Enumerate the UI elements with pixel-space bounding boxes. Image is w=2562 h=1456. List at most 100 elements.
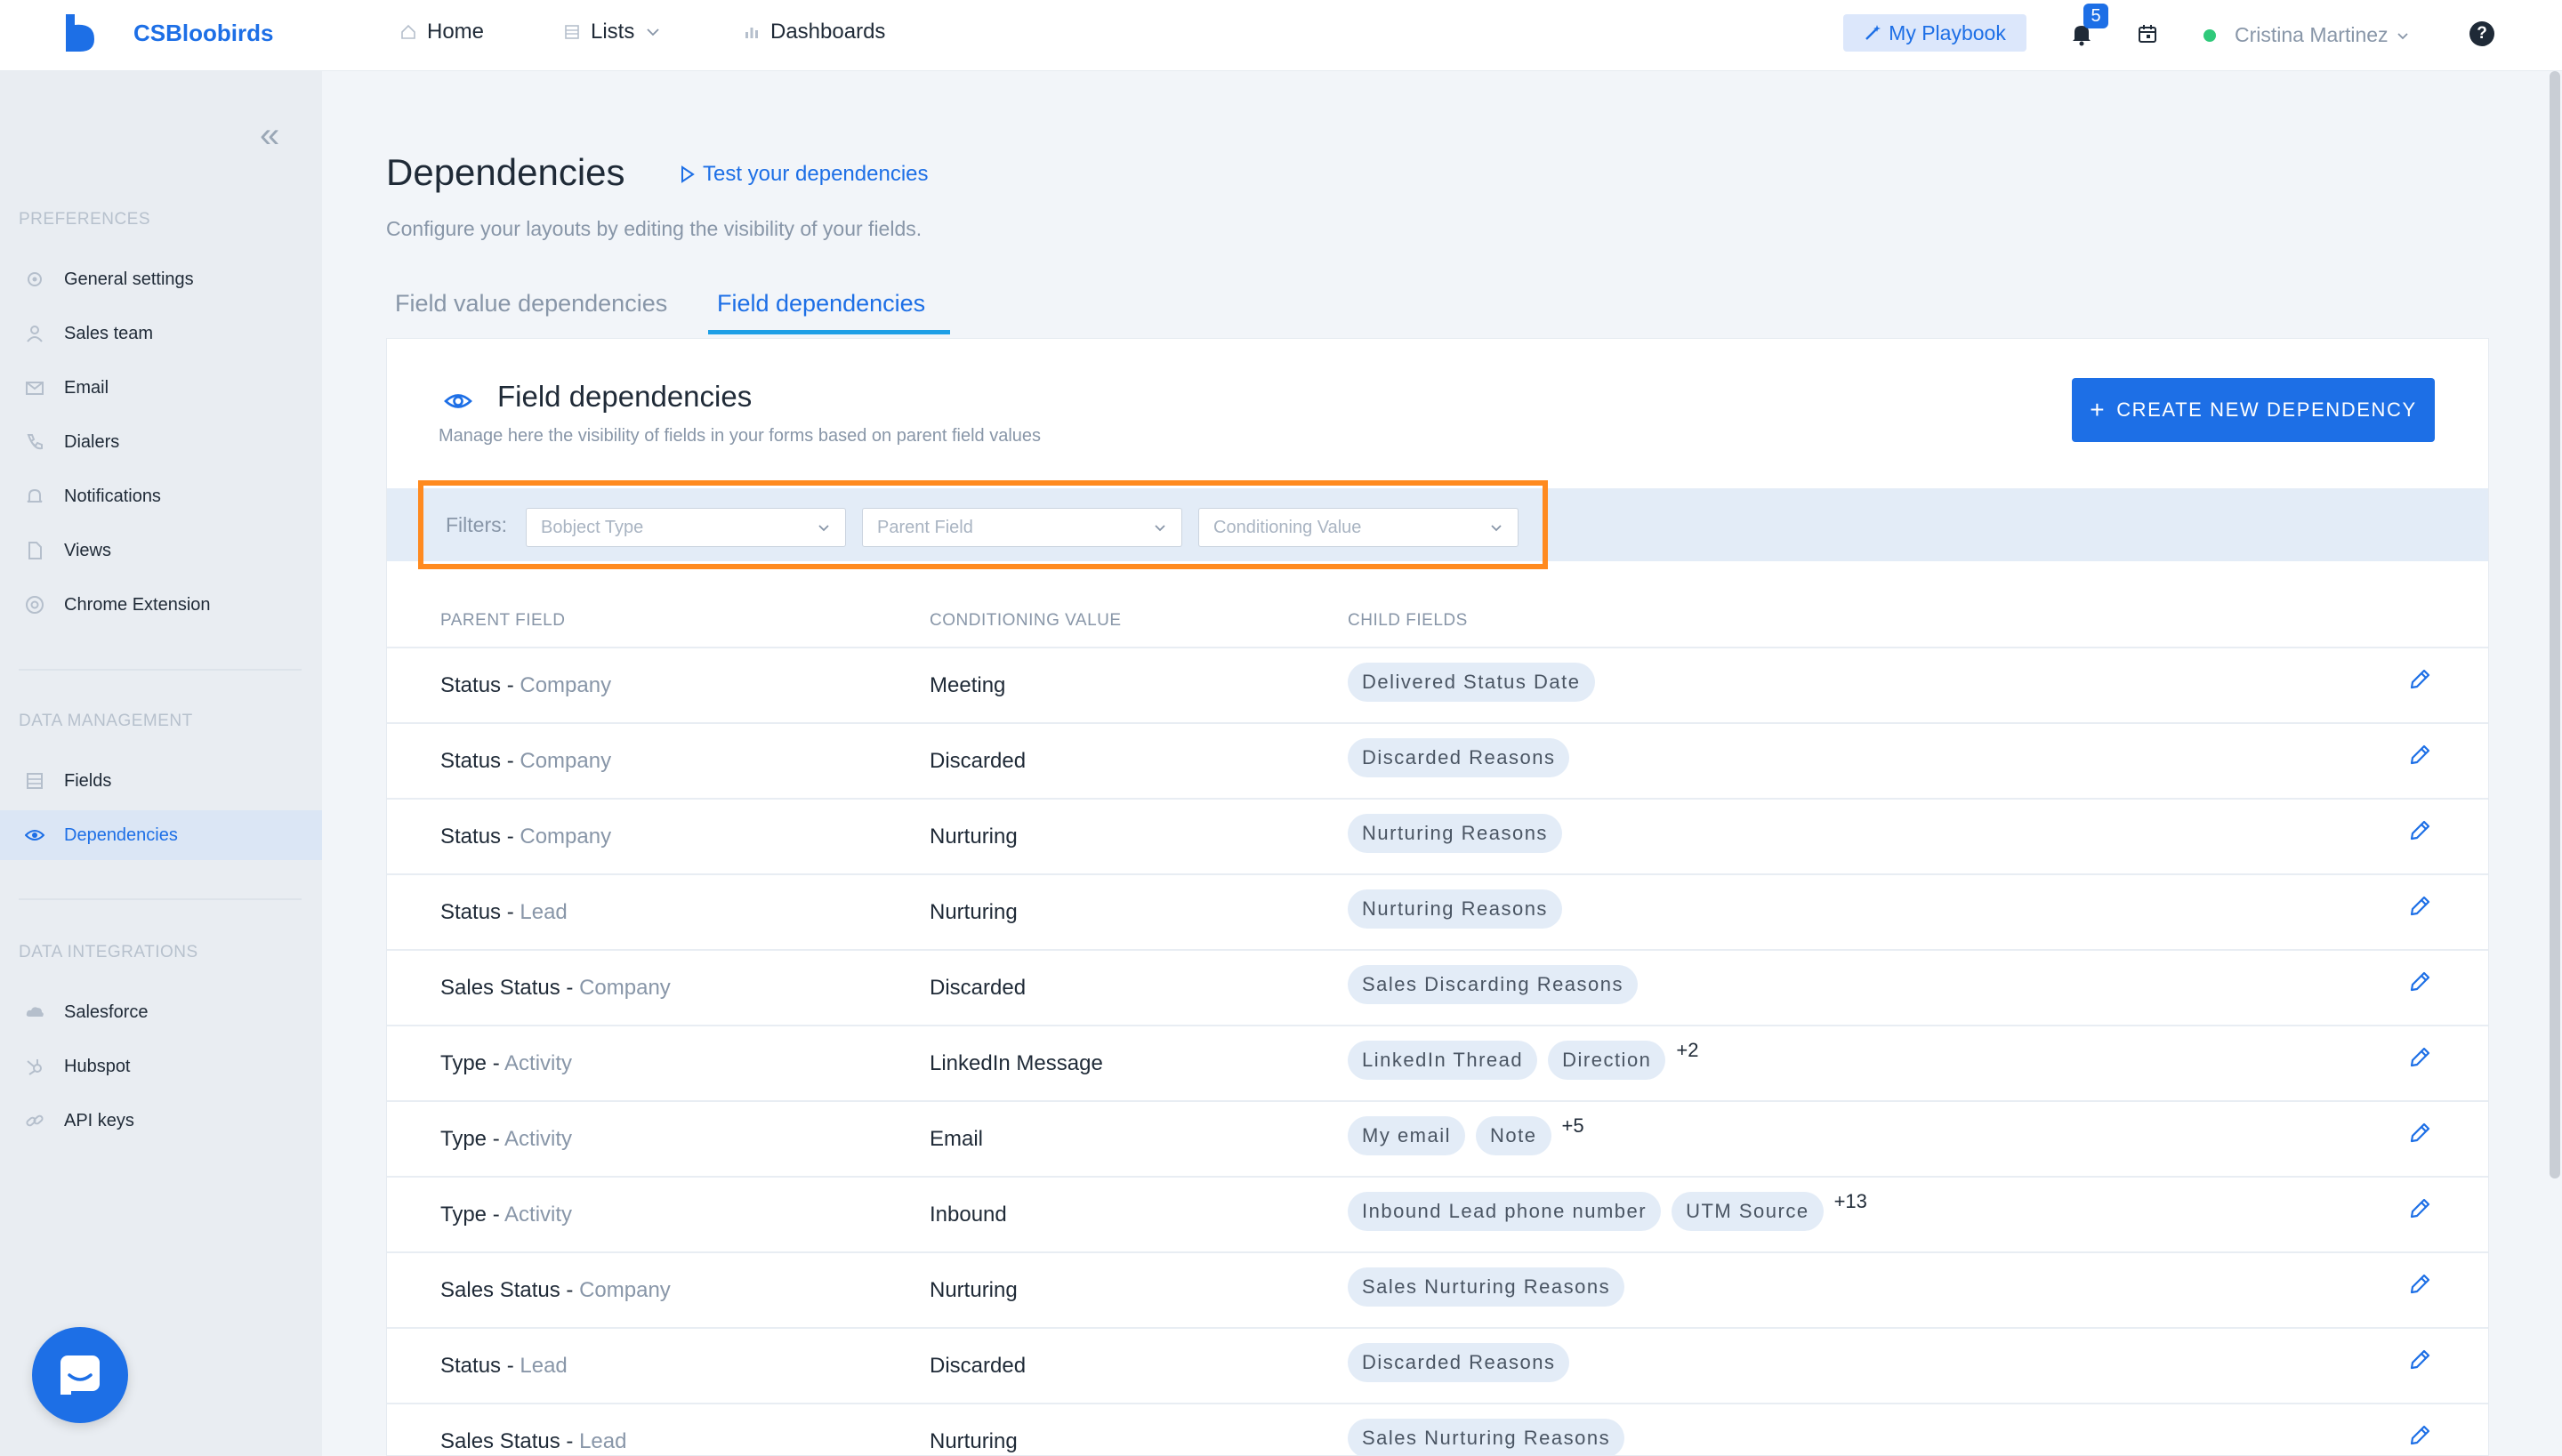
edit-pencil-icon[interactable] [2406, 893, 2433, 920]
sidebar-item-label: Dialers [64, 431, 120, 452]
chat-icon [60, 1355, 100, 1395]
parent-field-cell: Status - Lead [440, 1354, 568, 1379]
column-header-child-fields: CHILD FIELDS [1348, 611, 1468, 630]
parent-field-name: Sales Status [440, 1429, 560, 1453]
nav-lists[interactable]: Lists [564, 20, 661, 44]
section-title-data-integrations: DATA INTEGRATIONS [19, 943, 198, 961]
bobject-type: Activity [504, 1051, 573, 1075]
sidebar-item-chrome-extension[interactable]: Chrome Extension [0, 580, 322, 630]
sidebar-item-label: Dependencies [64, 825, 178, 845]
test-dependencies-link[interactable]: Test your dependencies [680, 162, 929, 187]
sidebar-item-hubspot[interactable]: Hubspot [0, 1042, 322, 1091]
sidebar-item-dependencies[interactable]: Dependencies [0, 810, 322, 860]
bobject-type: Company [520, 673, 612, 697]
parent-field-name: Status [440, 749, 502, 773]
edit-pencil-icon[interactable] [2406, 817, 2433, 844]
sidebar-item-label: Salesforce [64, 1002, 149, 1022]
separator: - [487, 1051, 505, 1075]
child-field-chip: Note [1476, 1116, 1551, 1155]
parent-field-name: Sales Status [440, 976, 560, 1000]
parent-field-cell: Sales Status - Company [440, 1278, 671, 1303]
page-scrollbar[interactable] [2550, 71, 2560, 1178]
edit-pencil-icon[interactable] [2406, 969, 2433, 995]
edit-pencil-icon[interactable] [2406, 742, 2433, 768]
table-row[interactable]: Type - Activity Inbound Inbound Lead phone… [387, 1176, 2488, 1251]
test-dependencies-label: Test your dependencies [703, 162, 929, 186]
parent-field-name: Type [440, 1203, 487, 1227]
chat-support-button[interactable] [32, 1327, 128, 1423]
brand-name[interactable]: CSBloobirds [133, 20, 273, 47]
table-row[interactable]: Status - Company Nurturing Nurturing Reaso… [387, 798, 2488, 873]
list-icon [27, 773, 43, 789]
user-menu[interactable]: Cristina Martinez [2235, 23, 2410, 47]
sidebar-item-salesforce[interactable]: Salesforce [0, 987, 322, 1037]
bobject-type: Lead [520, 1354, 568, 1378]
sidebar-item-api-keys[interactable]: API keys [0, 1096, 322, 1146]
edit-pencil-icon[interactable] [2406, 1271, 2433, 1298]
bloobirds-logo-icon[interactable] [62, 12, 98, 53]
child-field-chip: Discarded Reasons [1348, 738, 1570, 777]
sidebar-item-label: Fields [64, 770, 112, 791]
table-row[interactable]: Type - Activity Email My email Note +5 [387, 1100, 2488, 1176]
table-row[interactable]: Sales Status - Company Discarded Sales Dis… [387, 949, 2488, 1025]
user-icon [27, 326, 43, 342]
sidebar-item-dialers[interactable]: Dialers [0, 417, 322, 467]
edit-pencil-icon[interactable] [2406, 666, 2433, 693]
top-bar: CSBloobirds Home Lists Dashboards My Pla… [0, 0, 2562, 71]
edit-pencil-icon[interactable] [2406, 1347, 2433, 1373]
online-status-dot [2203, 29, 2216, 42]
my-playbook-button[interactable]: My Playbook [1843, 14, 2026, 52]
sidebar-item-email[interactable]: Email [0, 363, 322, 413]
edit-pencil-icon[interactable] [2406, 1422, 2433, 1449]
bobject-type: Company [579, 976, 671, 1000]
calendar-icon[interactable] [2137, 23, 2158, 44]
table-row[interactable]: Type - Activity LinkedIn Message LinkedIn … [387, 1025, 2488, 1100]
table-row[interactable]: Status - Company Meeting Delivered Status … [387, 647, 2488, 722]
panel-title: Field dependencies [497, 380, 753, 413]
bobject-type: Company [579, 1278, 671, 1302]
tab-field-dependencies[interactable]: Field dependencies [708, 290, 950, 334]
nav-dashboards[interactable]: Dashboards [744, 20, 885, 44]
home-icon [401, 24, 415, 39]
nav-home[interactable]: Home [400, 20, 484, 44]
conditioning-value-cell: Nurturing [930, 900, 1018, 924]
table-row[interactable]: Status - Lead Discarded Discarded Reasons [387, 1327, 2488, 1403]
cloud-icon [26, 1007, 44, 1017]
separator: - [501, 900, 520, 924]
tab-field-value-dependencies[interactable]: Field value dependencies [386, 290, 676, 330]
child-field-chip: My email [1348, 1116, 1466, 1155]
sidebar-item-label: Notifications [64, 486, 161, 506]
collapse-sidebar-icon[interactable]: « [260, 117, 279, 153]
notification-count-badge: 5 [2083, 4, 2108, 28]
child-fields-cell: Sales Nurturing Reasons [1348, 1267, 1625, 1307]
sidebar-item-general-settings[interactable]: General settings [0, 254, 322, 304]
edit-pencil-icon[interactable] [2406, 1044, 2433, 1071]
magic-wand-icon [1865, 25, 1881, 40]
child-fields-cell: Discarded Reasons [1348, 738, 1570, 777]
parent-field-name: Type [440, 1127, 487, 1151]
child-fields-cell: Sales Nurturing Reasons [1348, 1419, 1625, 1456]
table-row[interactable]: Status - Lead Nurturing Nurturing Reasons [387, 873, 2488, 949]
table-row[interactable]: Sales Status - Company Nurturing Sales Nur… [387, 1251, 2488, 1327]
table-row[interactable]: Status - Company Discarded Discarded Reaso… [387, 722, 2488, 798]
help-icon[interactable]: ? [2469, 21, 2494, 46]
table-row[interactable]: Sales Status - Lead Nurturing Sales Nurtur… [387, 1403, 2488, 1456]
child-fields-cell: Sales Discarding Reasons [1348, 965, 1639, 1004]
parent-field-cell: Type - Activity [440, 1203, 572, 1227]
separator: - [501, 673, 520, 697]
separator: - [560, 1429, 580, 1453]
child-fields-cell: My email Note +5 [1348, 1114, 1584, 1155]
conditioning-value-cell: Discarded [930, 976, 1027, 1000]
separator: - [560, 1278, 580, 1302]
nav-home-label: Home [427, 20, 485, 44]
sidebar-item-views[interactable]: Views [0, 526, 322, 575]
sidebar-item-notifications[interactable]: Notifications [0, 471, 322, 521]
play-icon [681, 165, 695, 183]
conditioning-value-cell: Nurturing [930, 1278, 1018, 1302]
edit-pencil-icon[interactable] [2406, 1195, 2433, 1222]
edit-pencil-icon[interactable] [2406, 1120, 2433, 1146]
sidebar-item-fields[interactable]: Fields [0, 756, 322, 806]
create-new-dependency-button[interactable]: + CREATE NEW DEPENDENCY [2072, 378, 2435, 442]
sidebar-item-sales-team[interactable]: Sales team [0, 309, 322, 358]
child-field-chip: Sales Nurturing Reasons [1348, 1267, 1625, 1307]
